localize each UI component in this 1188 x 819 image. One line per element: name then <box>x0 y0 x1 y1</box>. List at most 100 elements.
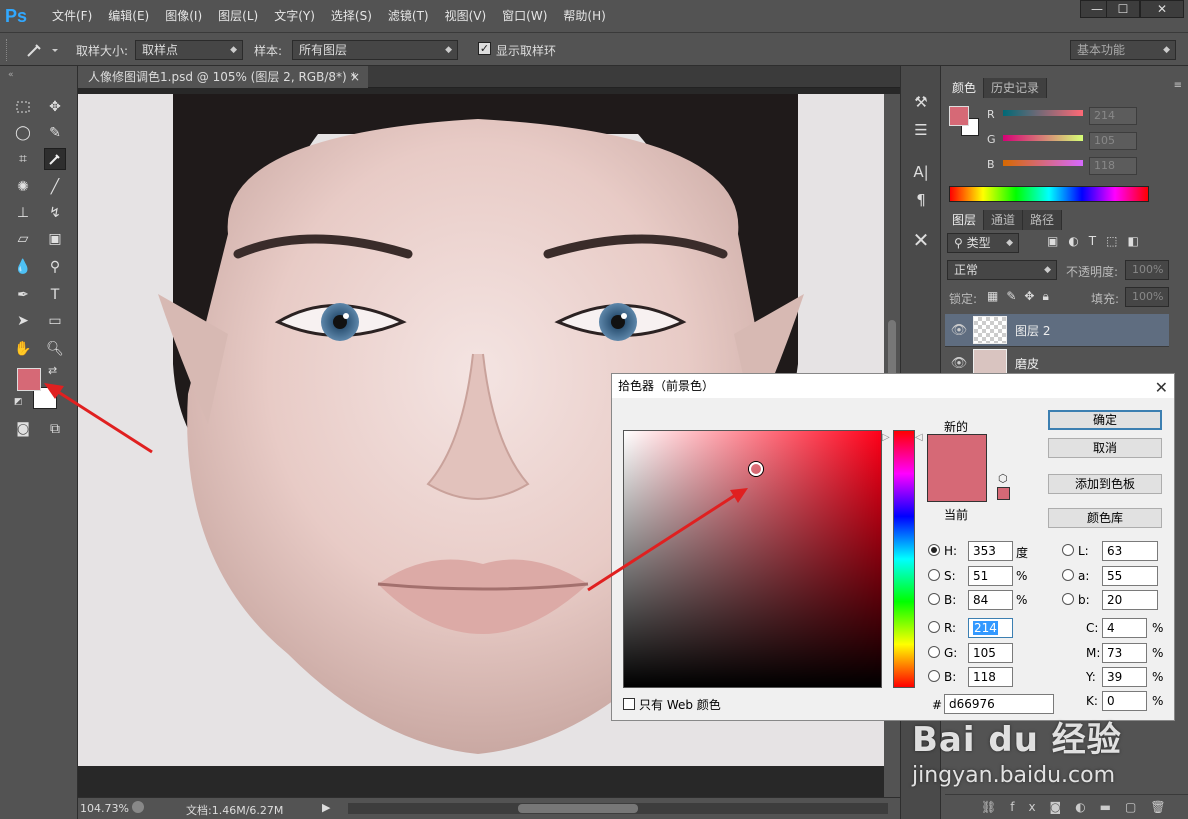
layer-filter-select[interactable]: ⚲ 类型 ◆ <box>947 233 1019 253</box>
eye-icon[interactable]: 👁︎ <box>945 323 973 338</box>
channel-b-slider[interactable] <box>1003 160 1083 166</box>
paragraph-icon[interactable]: ¶ <box>905 186 937 214</box>
h-unit: 度 <box>1016 546 1029 560</box>
zoom-level[interactable]: 104.73% <box>80 802 129 815</box>
s-unit: % <box>1016 569 1028 583</box>
brush-presets-icon[interactable]: ☰ <box>905 116 937 144</box>
a-field[interactable]: 55 <box>1102 566 1158 586</box>
chevron-updown-icon: ◆ <box>1006 238 1013 248</box>
b-field[interactable]: 84 <box>968 590 1013 610</box>
search-icon: ⚲ <box>954 236 967 250</box>
lock-icons[interactable]: ▦✎✥🔒︎ <box>987 289 1057 304</box>
cmyk-c-row: C: 4 % <box>1086 618 1163 638</box>
m-unit: % <box>1152 646 1164 660</box>
hue-slider-left-arrow-icon[interactable]: ▷ <box>882 432 890 443</box>
radio-h[interactable] <box>928 544 940 556</box>
radio-l[interactable] <box>1062 544 1074 556</box>
blue-field[interactable]: 118 <box>968 667 1013 687</box>
radio-b[interactable] <box>928 593 940 605</box>
channel-r-value[interactable]: 214 <box>1089 107 1137 125</box>
color-field-cursor[interactable] <box>749 462 763 476</box>
radio-s[interactable] <box>928 569 940 581</box>
fill-field[interactable]: 100% <box>1125 287 1169 307</box>
watermark-url: jingyan.baidu.com <box>912 763 1116 788</box>
tool-presets-icon[interactable]: ⚒ <box>905 88 937 116</box>
c-label: C: <box>1086 621 1099 635</box>
channel-g-slider[interactable] <box>1003 135 1083 141</box>
h-field[interactable]: 353 <box>968 541 1013 561</box>
close-icon[interactable]: ✕ <box>1155 376 1168 400</box>
radio-blue[interactable] <box>928 670 940 682</box>
y-field[interactable]: 39 <box>1102 667 1147 687</box>
r-field[interactable]: 214 <box>968 618 1013 638</box>
layer-row[interactable]: 👁︎ 图层 2 <box>945 314 1169 347</box>
cmyk-y-row: Y: 39 % <box>1086 667 1163 687</box>
blend-mode-select[interactable]: 正常 ◆ <box>947 260 1057 280</box>
hsb-s-row: S: 51 % <box>928 566 1027 586</box>
eye-icon[interactable]: 👁︎ <box>945 356 973 371</box>
watermark-brand: Bai du 经验 <box>912 720 1122 760</box>
radio-r[interactable] <box>928 621 940 633</box>
scroll-thumb[interactable] <box>518 804 638 813</box>
layer-name[interactable]: 磨皮 <box>1015 355 1039 372</box>
m-field[interactable]: 73 <box>1102 643 1147 663</box>
r-label: R: <box>944 621 957 635</box>
share-icon[interactable] <box>132 801 144 813</box>
channel-r-label: R <box>987 108 995 121</box>
channel-r-slider[interactable] <box>1003 110 1083 116</box>
tab-channels[interactable]: 通道 <box>984 210 1024 230</box>
radio-lab-b[interactable] <box>1062 593 1074 605</box>
l-field[interactable]: 63 <box>1102 541 1158 561</box>
r-field-selection: 214 <box>973 621 998 635</box>
c-field[interactable]: 4 <box>1102 618 1147 638</box>
panel-menu-icon[interactable]: ≡ <box>1174 80 1182 91</box>
layer-thumbnail <box>973 316 1007 344</box>
y-label: Y: <box>1086 670 1096 684</box>
vscroll-thumb[interactable] <box>888 320 896 380</box>
lab-b-field[interactable]: 20 <box>1102 590 1158 610</box>
status-menu-arrow-icon[interactable]: ▶ <box>322 801 330 814</box>
s-field[interactable]: 51 <box>968 566 1013 586</box>
horizontal-scrollbar[interactable] <box>348 803 888 814</box>
opacity-label: 不透明度: <box>1066 265 1119 279</box>
character-icon[interactable]: A| <box>905 158 937 186</box>
channel-g-value[interactable]: 105 <box>1089 132 1137 150</box>
color-libraries-button[interactable]: 颜色库 <box>1048 508 1162 528</box>
layer-filter-icons[interactable]: ▣◐T⬚◧ <box>1047 234 1149 248</box>
channel-b-value[interactable]: 118 <box>1089 157 1137 175</box>
k-field[interactable]: 0 <box>1102 691 1147 711</box>
g-field[interactable]: 105 <box>968 643 1013 663</box>
add-to-swatches-button[interactable]: 添加到色板 <box>1048 474 1162 494</box>
fill-label: 填充: <box>1091 292 1120 306</box>
tab-paths[interactable]: 路径 <box>1023 210 1063 230</box>
document-info: 文档:1.46M/6.27M <box>186 804 284 817</box>
layer-name[interactable]: 图层 2 <box>1015 322 1050 339</box>
dialog-title-bar[interactable]: 拾色器（前景色） ✕ <box>612 374 1174 398</box>
hex-field[interactable]: d66976 <box>944 694 1054 714</box>
cube-icon[interactable]: ⬡ <box>998 472 1008 485</box>
lab-a-row: a: 55 <box>1062 566 1158 586</box>
radio-a[interactable] <box>1062 569 1074 581</box>
channel-g-label: G <box>987 133 996 146</box>
tab-history[interactable]: 历史记录 <box>984 78 1048 98</box>
rgb-g-row: G: 105 <box>928 643 1013 663</box>
lock-label: 锁定: <box>949 292 978 306</box>
color-fg-swatch[interactable] <box>949 106 969 126</box>
hsb-b-row: B: 84 % <box>928 590 1027 610</box>
web-only-checkbox[interactable] <box>623 698 635 710</box>
hue-slider-right-arrow-icon[interactable]: ◁ <box>915 432 923 443</box>
color-spectrum-ramp[interactable] <box>949 186 1149 202</box>
opacity-field[interactable]: 100% <box>1125 260 1169 280</box>
tab-color[interactable]: 颜色 <box>945 78 985 98</box>
new-color-label: 新的 <box>944 420 969 434</box>
hue-slider[interactable] <box>893 430 915 688</box>
color-panel-tabs: 颜色 历史记录 <box>945 78 1048 98</box>
radio-g[interactable] <box>928 646 940 658</box>
lab-b-row: b: 20 <box>1062 590 1158 610</box>
cmyk-m-row: M: 73 % <box>1086 643 1163 663</box>
web-safe-swatch[interactable] <box>997 487 1010 500</box>
ok-button[interactable]: 确定 <box>1048 410 1162 430</box>
tab-layers[interactable]: 图层 <box>945 210 985 230</box>
cancel-button[interactable]: 取消 <box>1048 438 1162 458</box>
tools-icon[interactable]: ✕ <box>905 226 937 254</box>
